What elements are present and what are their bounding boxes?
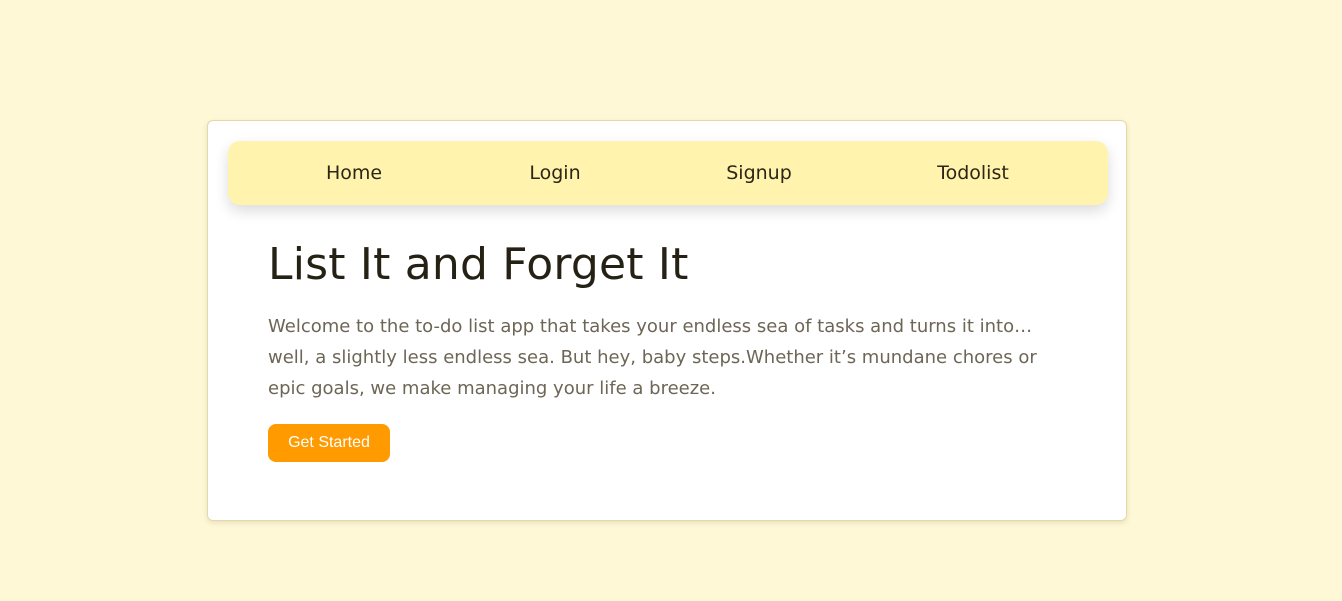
main-card: Home Login Signup Todolist List It and F… [207, 120, 1127, 521]
nav-link-todolist[interactable]: Todolist [937, 141, 1009, 205]
nav-link-login[interactable]: Login [529, 141, 580, 205]
hero-title: List It and Forget It [268, 239, 689, 290]
get-started-button[interactable]: Get Started [268, 424, 390, 462]
nav-link-signup[interactable]: Signup [726, 141, 792, 205]
navbar: Home Login Signup Todolist [228, 141, 1108, 205]
nav-link-home[interactable]: Home [326, 141, 382, 205]
hero-description: Welcome to the to-do list app that takes… [268, 316, 1037, 399]
